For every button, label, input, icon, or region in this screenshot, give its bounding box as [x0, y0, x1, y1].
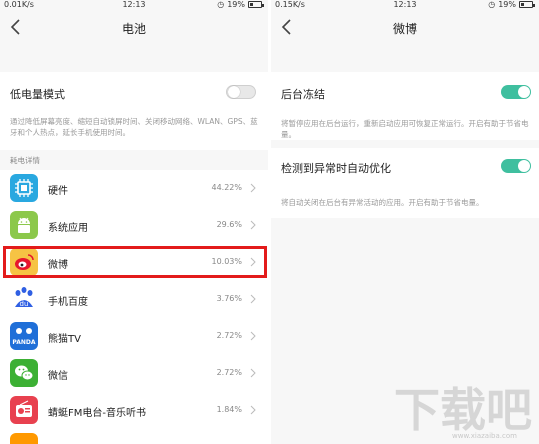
app-name: 硬件 — [48, 186, 68, 197]
app-name: 系统应用 — [48, 223, 88, 234]
low-power-mode-toggle[interactable] — [226, 85, 256, 99]
android-icon — [10, 211, 38, 239]
app-percent: 3.76% — [216, 294, 242, 303]
wechat-icon — [10, 359, 38, 387]
background-freeze-label: 后台冻结 — [281, 88, 325, 101]
low-power-mode-label: 低电量模式 — [10, 88, 65, 101]
app-bar: 电池 — [0, 11, 268, 44]
status-bar: 0.15K/s 12:13 ◷ 19% — [271, 0, 539, 11]
panda-logo-text: PANDA — [12, 339, 35, 346]
app-row-wechat[interactable]: 微信 2.72% — [0, 355, 268, 392]
watermark-url: www.xiazaiba.com — [452, 432, 517, 440]
app-row-meituan[interactable]: 美团 — [0, 429, 268, 444]
app-percent: 1.84% — [216, 405, 242, 414]
fm-radio-icon — [10, 396, 38, 424]
auto-optimize-label: 检测到异常时自动优化 — [281, 162, 391, 175]
baidu-logo-text: du — [20, 300, 29, 308]
background-freeze-section: 后台冻结 将暂停应用在后台运行，重新启动应用可恢复正常运行。开启有助于节省电量。 — [271, 72, 539, 140]
battery-percent: 19% — [227, 0, 245, 9]
app-row-panda-tv[interactable]: PANDA 熊猫TV 2.72% — [0, 318, 268, 355]
app-percent: 2.72% — [216, 331, 242, 340]
meituan-icon — [10, 433, 38, 444]
auto-optimize-toggle[interactable] — [501, 159, 531, 173]
app-percent: 29.6% — [216, 220, 242, 229]
power-details-header: 耗电详情 — [10, 156, 40, 165]
background-freeze-toggle[interactable] — [501, 85, 531, 99]
app-row-baidu[interactable]: du 手机百度 3.76% — [0, 281, 268, 318]
low-power-mode-section: 低电量模式 通过降低屏幕亮度、缩短自动锁屏时间、关闭移动网络、WLAN、GPS、… — [0, 72, 268, 150]
chevron-right-icon — [250, 405, 256, 415]
app-name: 手机百度 — [48, 297, 88, 308]
baidu-icon: du — [10, 285, 38, 313]
watermark-text: 下载吧 — [394, 383, 532, 437]
alarm-icon: ◷ — [217, 0, 225, 9]
battery-icon — [519, 1, 535, 8]
auto-optimize-description: 将自动关闭在后台有异常活动的应用。开启有助于节省电量。 — [281, 198, 484, 207]
background-freeze-description: 将暂停应用在后台运行，重新启动应用可恢复正常运行。开启有助于节省电量。 — [281, 119, 529, 139]
auto-optimize-section: 检测到异常时自动优化 将自动关闭在后台有异常活动的应用。开启有助于节省电量。 — [271, 148, 539, 218]
chevron-right-icon — [250, 183, 256, 193]
chevron-right-icon — [250, 331, 256, 341]
battery-icon — [248, 1, 264, 8]
app-bar: 微博 — [271, 11, 539, 44]
app-row-qingting-fm[interactable]: 蜻蜓FM电台-音乐听书 1.84% — [0, 392, 268, 429]
chevron-right-icon — [250, 368, 256, 378]
app-percent: 2.72% — [216, 368, 242, 377]
app-row-system[interactable]: 系统应用 29.6% — [0, 207, 268, 244]
app-percent: 44.22% — [211, 183, 242, 192]
app-name: 蜻蜓FM电台-音乐听书 — [48, 408, 146, 419]
chevron-right-icon — [250, 220, 256, 230]
app-row-hardware[interactable]: 硬件 44.22% — [0, 170, 268, 207]
alarm-icon: ◷ — [488, 0, 496, 9]
chevron-right-icon — [250, 294, 256, 304]
low-power-mode-description: 通过降低屏幕亮度、缩短自动锁屏时间、关闭移动网络、WLAN、GPS、蓝牙和个人热… — [10, 117, 258, 137]
status-bar: 0.01K/s 12:13 ◷ 19% — [0, 0, 268, 11]
hardware-icon — [10, 174, 38, 202]
page-title: 微博 — [392, 22, 417, 36]
status-icons: ◷ 19% — [488, 0, 535, 9]
highlight-box — [3, 246, 267, 278]
app-name: 微信 — [48, 371, 68, 382]
status-icons: ◷ 19% — [217, 0, 264, 9]
page-title: 电池 — [121, 22, 146, 36]
app-name: 熊猫TV — [48, 334, 81, 345]
battery-percent: 19% — [498, 0, 516, 9]
panda-icon: PANDA — [10, 322, 38, 350]
battery-screen: 0.01K/s 12:13 ◷ 19% 电池 低电量模式 通过降低屏幕亮度、缩短… — [0, 0, 268, 444]
